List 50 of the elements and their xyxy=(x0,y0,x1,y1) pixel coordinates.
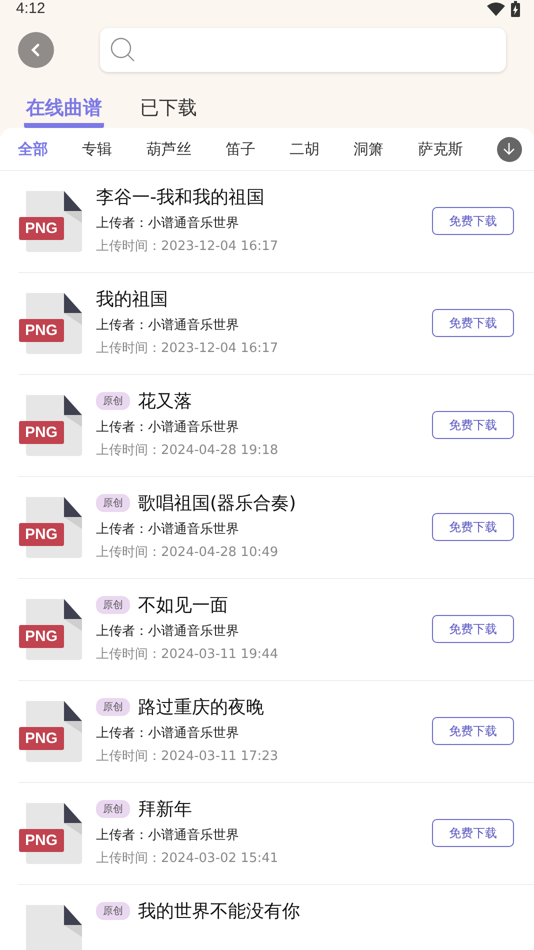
back-button[interactable] xyxy=(18,32,54,68)
score-title: 路过重庆的夜晚 xyxy=(138,696,264,719)
category-tab[interactable]: 萨克斯 xyxy=(418,140,463,158)
original-tag: 原创 xyxy=(96,596,130,614)
category-tab[interactable]: 全部 xyxy=(18,140,48,158)
category-tab[interactable]: 洞箫 xyxy=(354,140,384,158)
search-icon xyxy=(110,37,136,63)
uploader-text: 上传者：小谱通音乐世界 xyxy=(96,419,240,436)
score-title: 李谷一-我和我的祖国 xyxy=(96,186,264,209)
score-title: 我的世界不能没有你 xyxy=(138,900,300,923)
category-tab[interactable]: 笛子 xyxy=(225,140,256,158)
upload-time: 上传时间：2023-12-04 16:17 xyxy=(96,340,280,357)
uploader-text: 上传者：小谱通音乐世界 xyxy=(96,725,240,742)
arrow-down-icon xyxy=(503,142,516,156)
uploader-text: 上传者：小谱通音乐世界 xyxy=(96,827,240,844)
upload-time: 上传时间：2023-12-04 16:17 xyxy=(96,238,280,255)
upload-time: 上传时间：2024-03-11 19:44 xyxy=(96,646,280,663)
expand-button[interactable] xyxy=(496,136,522,162)
download-button[interactable]: 免费下载 xyxy=(432,513,514,541)
score-title: 花又落 xyxy=(138,390,192,413)
search-field[interactable] xyxy=(100,28,506,72)
score-title: 不如见一面 xyxy=(138,594,228,617)
score-title: 拜新年 xyxy=(138,798,192,821)
upload-time: 上传时间：2024-03-02 15:41 xyxy=(96,850,280,867)
download-button[interactable]: 免费下载 xyxy=(432,207,514,235)
download-button[interactable]: 免费下载 xyxy=(432,717,514,745)
category-tab[interactable]: 葫芦丝 xyxy=(146,140,192,158)
download-button[interactable]: 免费下载 xyxy=(432,819,514,847)
download-button[interactable]: 免费下载 xyxy=(432,411,514,439)
original-tag: 原创 xyxy=(96,494,130,512)
uploader-text: 上传者：小谱通音乐世界 xyxy=(96,623,240,640)
uploader-text: 上传者：小谱通音乐世界 xyxy=(96,215,240,232)
original-tag: 原创 xyxy=(96,800,130,818)
uploader-text: 上传者：小谱通音乐世界 xyxy=(96,521,240,538)
category-tab[interactable]: 专辑 xyxy=(82,140,112,158)
uploader-text: 上传者：小谱通音乐世界 xyxy=(96,317,240,334)
download-button[interactable]: 免费下载 xyxy=(432,615,514,643)
original-tag: 原创 xyxy=(96,392,130,410)
upload-time: 上传时间：2024-04-28 19:18 xyxy=(96,442,280,459)
original-tag: 原创 xyxy=(96,902,130,920)
upload-time: 上传时间：2024-04-28 10:49 xyxy=(96,544,280,561)
tab[interactable]: 已下载 xyxy=(138,92,199,128)
score-title: 我的祖国 xyxy=(96,288,168,311)
upload-time: 上传时间：2024-03-11 17:23 xyxy=(96,748,280,765)
status-time: 4:12 xyxy=(16,0,46,17)
category-tab[interactable]: 二胡 xyxy=(290,140,320,158)
original-tag: 原创 xyxy=(96,698,130,716)
download-button[interactable]: 免费下载 xyxy=(432,309,514,337)
wifi-icon xyxy=(487,2,505,16)
score-title: 歌唱祖国(器乐合奏) xyxy=(138,492,296,515)
